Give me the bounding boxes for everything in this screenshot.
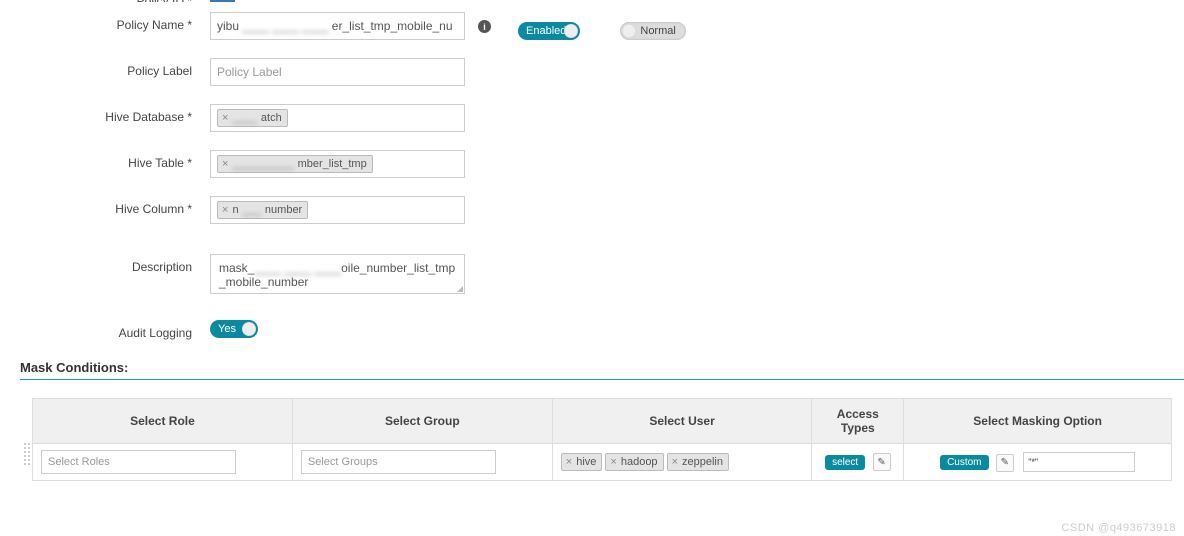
access-type-select-button[interactable]: select [825, 455, 865, 470]
mask-option-custom-button[interactable]: Custom [940, 455, 988, 470]
audit-logging-toggle[interactable]: Yes [210, 320, 258, 338]
hive-column-label: Hive Column * [0, 196, 210, 216]
description-textarea[interactable]: mask_____ ____ ____oile_number_list_tmp … [210, 254, 465, 294]
select-groups-placeholder: Select Groups [308, 456, 378, 468]
th-user: Select User [552, 399, 812, 444]
th-role: Select Role [33, 399, 293, 444]
drag-handle-icon[interactable] [23, 442, 31, 466]
user-tag-hadoop-label: hadoop [621, 456, 658, 468]
user-tag-zeppelin[interactable]: × zeppelin [667, 453, 729, 471]
close-icon[interactable]: × [672, 456, 678, 468]
description-l1-suffix: oile_number_list_tmp [341, 261, 455, 275]
close-icon[interactable]: × [566, 456, 572, 468]
description-l1-blur: ____ ____ ____ [254, 261, 341, 275]
audit-logging-toggle-label: Yes [218, 323, 236, 335]
select-roles-placeholder: Select Roles [48, 456, 110, 468]
user-tag-hive-label: hive [576, 456, 596, 468]
hive-database-tag-suffix: atch [261, 112, 282, 124]
policy-name-label: Policy Name * [0, 12, 210, 32]
policy-label-input[interactable]: Policy Label [210, 58, 465, 86]
hive-database-label: Hive Database * [0, 104, 210, 124]
hive-table-tag[interactable]: × __________ mber_list_tmp [217, 155, 373, 173]
enabled-toggle[interactable]: Enabled [518, 22, 580, 40]
policy-name-value-prefix: yibu [217, 19, 239, 33]
mask-value-input[interactable]: "*" [1023, 452, 1135, 472]
hive-column-tag-suffix: number [265, 204, 302, 216]
hive-database-input[interactable]: × ____ atch [210, 104, 465, 132]
hive-column-tag-blur: ___ [243, 204, 261, 216]
audit-logging-label: Audit Logging [0, 320, 210, 340]
description-label: Description [0, 254, 210, 274]
mask-value-text: "*" [1028, 457, 1038, 467]
close-icon[interactable]: × [222, 158, 228, 170]
hive-table-label: Hive Table * [0, 150, 210, 170]
policy-id-label: Policy ID * [0, 0, 210, 2]
mask-conditions-title: Mask Conditions: [20, 360, 1184, 375]
policy-name-input[interactable]: yibu____ ____ ____er_list_tmp_mobile_nu [210, 12, 465, 40]
policy-id-badge [210, 0, 235, 2]
normal-toggle[interactable]: Normal [620, 22, 685, 40]
user-tag-hadoop[interactable]: × hadoop [605, 453, 663, 471]
edit-mask-button[interactable]: ✎ [996, 454, 1014, 472]
pencil-icon: ✎ [1001, 457, 1009, 468]
hive-column-tag-prefix: n [232, 204, 238, 216]
th-mask: Select Masking Option [904, 399, 1172, 444]
policy-label-placeholder: Policy Label [217, 65, 282, 79]
hive-database-tag[interactable]: × ____ atch [217, 109, 288, 127]
hive-table-input[interactable]: × __________ mber_list_tmp [210, 150, 465, 178]
normal-toggle-label: Normal [640, 25, 675, 37]
edit-access-button[interactable]: ✎ [873, 453, 891, 471]
th-group: Select Group [292, 399, 552, 444]
hive-database-tag-blur: ____ [232, 112, 256, 124]
info-icon[interactable]: i [478, 20, 491, 33]
section-underline [20, 379, 1184, 380]
select-users-input[interactable]: × hive × hadoop × zeppelin [561, 453, 804, 471]
user-tag-zeppelin-label: zeppelin [682, 456, 723, 468]
hive-table-tag-blur: __________ [232, 158, 293, 170]
hive-column-input[interactable]: × n ___ number [210, 196, 465, 224]
policy-name-value-blur: ____ ____ ____ [242, 19, 329, 33]
close-icon[interactable]: × [610, 456, 616, 468]
th-access: Access Types [812, 399, 904, 444]
pencil-icon: ✎ [877, 457, 885, 468]
hive-table-tag-suffix: mber_list_tmp [298, 158, 367, 170]
mask-conditions-table: Select Role Select Group Select User Acc… [32, 398, 1172, 481]
normal-toggle-knob [622, 24, 636, 38]
select-groups-input[interactable]: Select Groups [301, 450, 496, 474]
enabled-toggle-label: Enabled [526, 25, 566, 37]
description-l2: _mobile_number [219, 275, 456, 289]
close-icon[interactable]: × [222, 204, 228, 216]
table-row: Select Roles Select Groups × hive × hadoop… [33, 444, 1172, 481]
hive-column-tag[interactable]: × n ___ number [217, 201, 308, 219]
select-roles-input[interactable]: Select Roles [41, 450, 236, 474]
close-icon[interactable]: × [222, 112, 228, 124]
description-l1-prefix: mask_ [219, 261, 254, 275]
policy-name-value-suffix: er_list_tmp_mobile_nu [332, 19, 453, 33]
enabled-toggle-knob [564, 24, 578, 38]
policy-label-label: Policy Label [0, 58, 210, 78]
user-tag-hive[interactable]: × hive [561, 453, 603, 471]
audit-logging-toggle-knob [242, 322, 256, 336]
watermark: CSDN @q493673918 [1061, 522, 1176, 534]
